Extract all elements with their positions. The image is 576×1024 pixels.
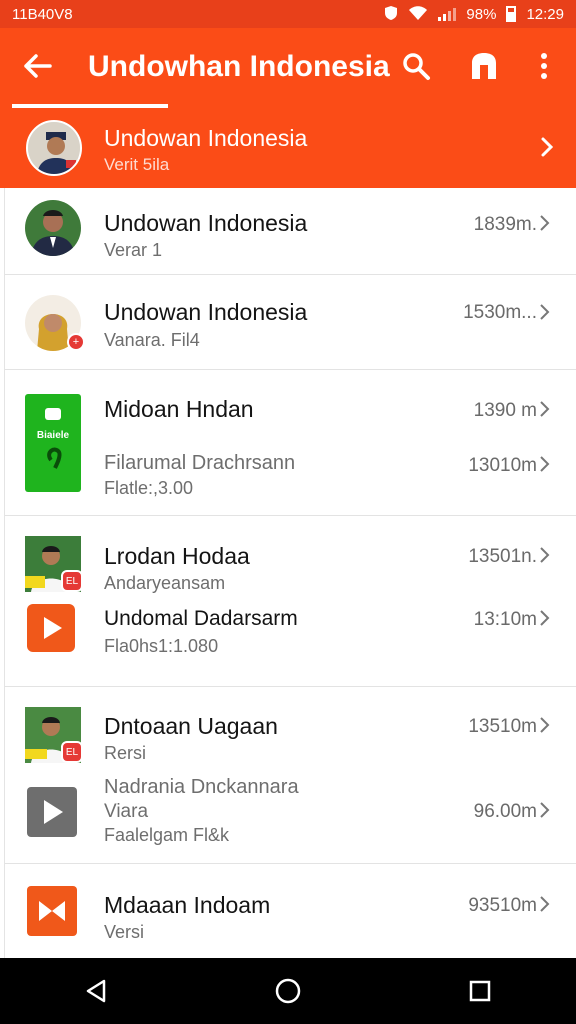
avatar — [25, 200, 81, 256]
status-right: 98% 12:29 — [384, 5, 564, 24]
item-meta: 1530m... — [463, 302, 537, 323]
back-arrow-icon[interactable] — [18, 46, 58, 86]
item-title: Filarumal Drachrsann — [104, 452, 296, 474]
app-bar-title: Undowhan Indonesia — [88, 50, 390, 83]
wifi-icon — [408, 5, 428, 24]
badge: EL — [61, 570, 83, 592]
item-title: Undomal Dadarsarm — [104, 607, 298, 630]
status-bar: 11B40V8 98% 12:29 — [0, 0, 576, 28]
chevron-right-icon — [539, 398, 551, 424]
content-list: Undowan Indonesia Verar 1 1839m. + Undow… — [4, 188, 576, 958]
item-meta: 13010m — [468, 455, 537, 476]
list-item[interactable]: EL Lrodan Hodaa Andaryeansam 13501n. Und… — [5, 516, 576, 686]
battery-percent: 98% — [466, 5, 497, 23]
avatar — [26, 120, 82, 176]
item-title: Mdaaan Indoam — [104, 892, 271, 918]
status-time: 12:29 — [526, 5, 564, 23]
list-item[interactable]: EL Dntoaan Uagaan Rersi 13510m Nadrania … — [5, 687, 576, 863]
item-meta: 13510m — [468, 716, 537, 737]
battery-icon — [506, 6, 517, 22]
item-title: Undowan Indonesia — [104, 210, 308, 236]
app-icon — [27, 886, 77, 936]
list-item[interactable]: Mdaaan Indoam Versi 93510m — [5, 864, 576, 958]
chevron-right-icon — [539, 301, 551, 327]
play-icon — [27, 604, 75, 652]
item-meta: 93510m — [468, 895, 537, 916]
badge: EL — [61, 741, 83, 763]
item-title: Midoan Hndan — [104, 396, 254, 422]
item-title: Nadrania Dnckannara — [104, 776, 299, 798]
chevron-right-icon — [539, 544, 551, 570]
item-subtitle: Verar 1 — [104, 240, 163, 260]
chevron-right-icon — [539, 453, 551, 479]
store-icon[interactable] — [464, 46, 504, 86]
item-meta: 13501n. — [468, 546, 537, 567]
item-subtitle: Vanara. Fil4 — [104, 330, 200, 350]
status-left-text: 11B40V8 — [12, 5, 73, 23]
navigation-bar — [0, 958, 576, 1024]
screen: 11B40V8 98% 12:29 Undowhan Indonesia Und… — [0, 0, 576, 1024]
item-meta: 13:10m — [473, 609, 537, 630]
more-vert-icon[interactable] — [524, 46, 564, 86]
back-nav-icon[interactable] — [66, 966, 126, 1016]
chevron-right-icon — [540, 134, 554, 165]
app-bar: Undowhan Indonesia — [0, 28, 576, 108]
item-subtitle: Fla0hs1:1.080 — [104, 636, 219, 656]
item-title: Lrodan Hodaa — [104, 543, 250, 569]
item-subtitle: Versi — [104, 922, 145, 942]
item-title: Dntoaan Uagaan — [104, 713, 278, 739]
list-item[interactable]: Undowan Indonesia Verar 1 1839m. — [5, 188, 576, 274]
play-icon — [27, 787, 77, 837]
featured-subtitle: Verit 5ila — [104, 155, 170, 174]
item-subtitle: Flatle:,3.00 — [104, 478, 194, 498]
signal-icon — [438, 7, 457, 21]
chevron-right-icon — [539, 893, 551, 919]
chevron-right-icon — [539, 212, 551, 238]
item-meta: 1839m. — [473, 214, 537, 235]
search-icon[interactable] — [396, 46, 436, 86]
item-tertiary: Faalelgam Fl&k — [104, 825, 230, 845]
app-icon: Biaiele — [25, 394, 81, 492]
item-subtitle: Rersi — [104, 743, 147, 763]
home-nav-icon[interactable] — [258, 966, 318, 1016]
featured-row[interactable]: Undowan Indonesia Verit 5ila — [0, 108, 576, 188]
shield-icon — [384, 5, 398, 24]
featured-title: Undowan Indonesia — [104, 125, 308, 151]
item-subtitle: Andaryeansam — [104, 573, 226, 593]
chevron-right-icon — [539, 607, 551, 633]
item-subtitle: Viara — [104, 801, 149, 822]
item-meta: 1390 m — [473, 400, 537, 421]
item-title: Undowan Indonesia — [104, 299, 308, 325]
list-item[interactable]: + Undowan Indonesia Vanara. Fil4 1530m..… — [5, 275, 576, 369]
chevron-right-icon — [539, 799, 551, 825]
recents-nav-icon[interactable] — [450, 966, 510, 1016]
item-meta: 96.00m — [473, 801, 537, 822]
list-item[interactable]: Biaiele Midoan Hndan 1390 m Filarumal Dr… — [5, 370, 576, 515]
chevron-right-icon — [539, 714, 551, 740]
app-icon-label: Biaiele — [36, 430, 70, 441]
add-badge-icon: + — [67, 333, 85, 351]
